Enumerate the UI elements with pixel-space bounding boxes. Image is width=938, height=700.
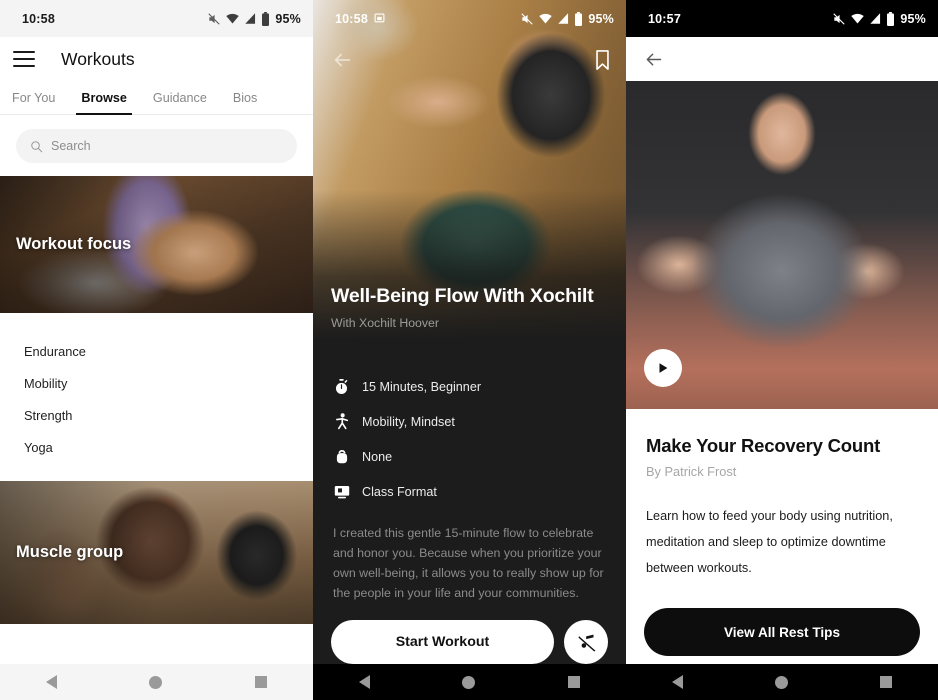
hero-card-muscle-group[interactable]: Muscle group	[0, 481, 313, 624]
battery-icon	[887, 11, 895, 26]
phone-screen-workouts-browse: 10:58 95% Workouts For You Browse Guidan…	[0, 0, 313, 700]
status-bar: 10:57 95%	[626, 0, 938, 37]
cellular-icon	[558, 13, 569, 24]
meta-row-equipment: None	[333, 439, 626, 474]
meta-row-category: Mobility, Mindset	[333, 404, 626, 439]
workout-metadata-list: 15 Minutes, Beginner Mobility, Mindset N…	[313, 341, 626, 509]
wifi-icon	[851, 13, 865, 24]
meta-text-category: Mobility, Mindset	[362, 414, 455, 429]
article-author: By Patrick Frost	[646, 464, 737, 479]
search-container: Search	[0, 115, 313, 176]
meta-text-duration: 15 Minutes, Beginner	[362, 379, 482, 394]
home-circle-icon[interactable]	[775, 675, 788, 689]
status-bar-time: 10:57	[648, 11, 681, 26]
workout-title: Well-Being Flow With Xochilt	[331, 285, 594, 307]
article-content: Make Your Recovery Count By Patrick Fros…	[626, 409, 938, 582]
workout-description: I created this gentle 15-minute flow to …	[333, 526, 604, 601]
recent-square-icon[interactable]	[567, 676, 580, 688]
page-title: Workouts	[61, 48, 135, 69]
back-arrow-icon[interactable]	[331, 49, 353, 71]
mute-icon	[833, 12, 846, 25]
back-triangle-icon[interactable]	[672, 675, 683, 689]
android-nav-bar	[0, 664, 313, 700]
status-bar: 10:58 95%	[313, 0, 626, 37]
tab-bar: For You Browse Guidance Bios	[0, 81, 313, 115]
cast-icon	[374, 13, 385, 23]
search-icon	[31, 140, 43, 152]
search-placeholder: Search	[51, 139, 91, 153]
phone-screen-workout-detail: 10:58 95% Well-Being Flow With Xochilt W…	[313, 0, 626, 700]
status-bar-time: 10:58	[335, 11, 368, 26]
cellular-icon	[870, 13, 881, 24]
battery-icon	[575, 11, 583, 26]
music-off-icon	[578, 634, 596, 651]
play-button[interactable]	[644, 349, 682, 387]
running-person-icon	[333, 413, 350, 430]
status-bar-time: 10:58	[22, 11, 55, 26]
cellular-icon	[245, 13, 256, 24]
detail-title-block: Well-Being Flow With Xochilt With Xochil…	[313, 285, 626, 330]
three-phone-screenshots: 10:58 95% Workouts For You Browse Guidan…	[0, 0, 938, 700]
status-bar-icons: 95%	[207, 11, 301, 26]
back-triangle-icon[interactable]	[46, 675, 58, 689]
screen-icon	[333, 485, 350, 499]
wifi-icon	[539, 13, 553, 24]
tab-browse[interactable]: Browse	[76, 91, 132, 115]
article-description: Learn how to feed your body using nutrit…	[646, 509, 893, 576]
back-arrow-icon[interactable]	[643, 49, 664, 70]
meta-row-duration: 15 Minutes, Beginner	[333, 369, 626, 404]
home-circle-icon[interactable]	[462, 675, 476, 689]
stopwatch-icon	[333, 378, 350, 395]
search-input[interactable]: Search	[16, 129, 297, 163]
battery-percent: 95%	[275, 11, 301, 26]
recent-square-icon[interactable]	[254, 676, 267, 688]
recent-square-icon[interactable]	[880, 676, 892, 688]
workout-focus-list: Endurance Mobility Strength Yoga	[0, 313, 313, 481]
phone-screen-rest-tip-detail: 10:57 95% Make Your Recovery Count By Pa…	[626, 0, 938, 700]
workout-instructor: With Xochilt Hoover	[331, 316, 439, 330]
hamburger-menu-icon[interactable]	[13, 51, 35, 67]
tab-bios[interactable]: Bios	[233, 91, 258, 114]
wifi-icon	[226, 13, 240, 24]
music-off-button[interactable]	[564, 620, 608, 664]
mute-icon	[208, 12, 221, 25]
article-action-bar: View All Rest Tips	[626, 608, 938, 656]
tab-for-you[interactable]: For You	[12, 91, 55, 114]
hero-card-workout-focus[interactable]: Workout focus	[0, 176, 313, 313]
battery-percent: 95%	[588, 11, 614, 26]
play-icon	[659, 363, 668, 373]
meta-text-format: Class Format	[362, 484, 437, 499]
battery-icon	[262, 11, 270, 26]
battery-percent: 95%	[900, 11, 926, 26]
list-item-yoga[interactable]: Yoga	[0, 431, 313, 463]
view-all-rest-tips-button[interactable]: View All Rest Tips	[644, 608, 920, 656]
start-workout-button[interactable]: Start Workout	[331, 620, 554, 664]
kettlebell-icon	[333, 448, 350, 465]
bookmark-icon[interactable]	[595, 50, 610, 70]
meta-text-equipment: None	[362, 449, 393, 464]
app-bar: Workouts	[0, 37, 313, 81]
home-circle-icon[interactable]	[149, 675, 163, 689]
detail-action-bar: Start Workout	[313, 620, 626, 664]
list-item-strength[interactable]: Strength	[0, 399, 313, 431]
article-title: Make Your Recovery Count	[646, 435, 881, 456]
hero-label-muscle-group: Muscle group	[16, 543, 124, 561]
status-bar-icons: 95%	[832, 11, 926, 26]
list-item-endurance[interactable]: Endurance	[0, 335, 313, 367]
android-nav-bar	[626, 664, 938, 700]
tab-guidance[interactable]: Guidance	[153, 91, 207, 114]
back-triangle-icon[interactable]	[359, 675, 371, 689]
mute-icon	[521, 12, 534, 25]
meta-row-format: Class Format	[333, 474, 626, 509]
detail-top-bar	[626, 37, 938, 81]
android-nav-bar	[313, 664, 626, 700]
status-bar: 10:58 95%	[0, 0, 313, 37]
video-player[interactable]	[626, 81, 938, 409]
status-bar-icons: 95%	[520, 11, 614, 26]
hero-label-workout-focus: Workout focus	[16, 235, 132, 253]
list-item-mobility[interactable]: Mobility	[0, 367, 313, 399]
detail-top-bar	[313, 38, 626, 82]
